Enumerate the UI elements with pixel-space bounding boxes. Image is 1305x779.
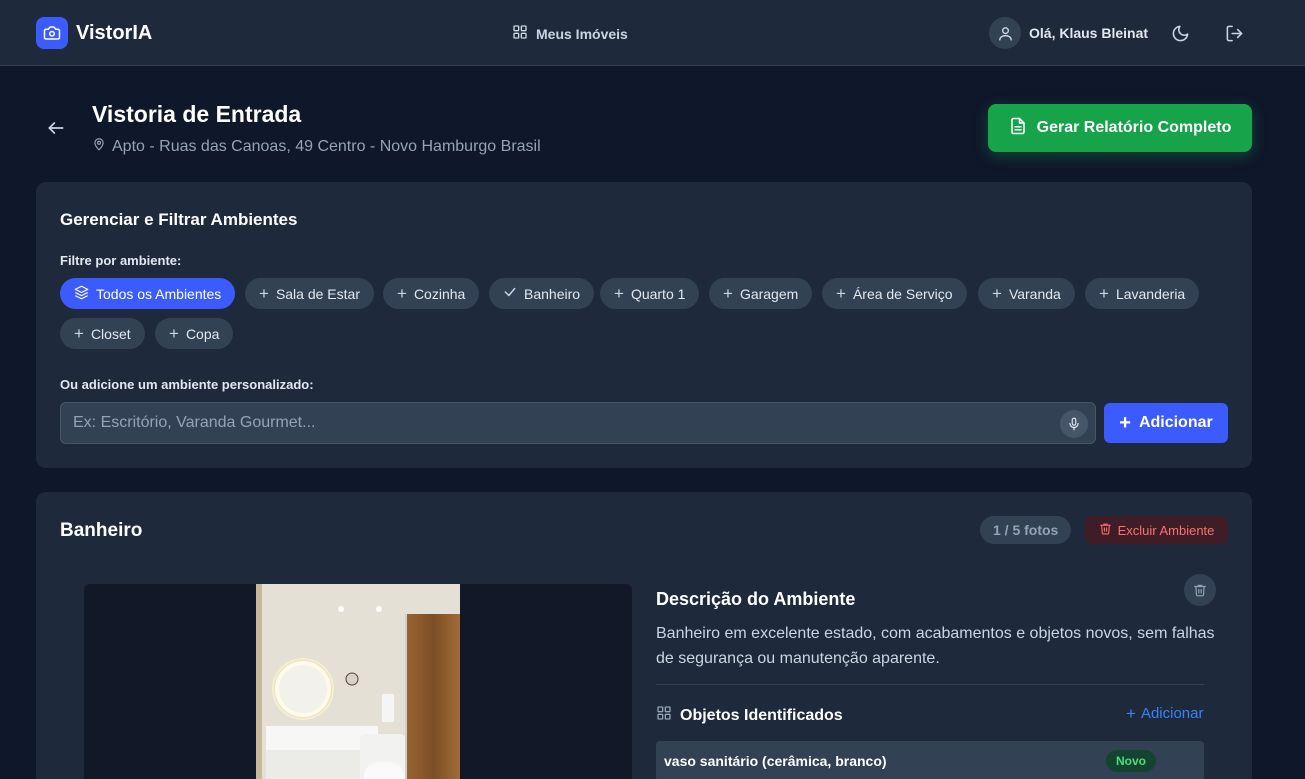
plus-icon: + [992, 284, 1002, 303]
plus-icon: + [259, 284, 269, 303]
filter-card: Gerenciar e Filtrar Ambientes Filtre por… [36, 182, 1252, 468]
chip-label: Lavanderia [1115, 285, 1186, 302]
chip-lavanderia[interactable]: + Lavanderia [1085, 278, 1200, 309]
object-name: vaso sanitário (cerâmica, branco) [664, 753, 887, 769]
trash-icon [1099, 522, 1112, 538]
chip-label: Cozinha [413, 285, 466, 302]
chip-label: Quarto 1 [630, 285, 686, 302]
layers-icon [74, 285, 89, 303]
plus-icon: + [397, 284, 407, 303]
filter-label: Filtre por ambiente: [60, 253, 182, 268]
camera-icon [36, 17, 68, 49]
delete-room-button[interactable]: Excluir Ambiente [1085, 516, 1228, 544]
property-address: Apto - Ruas das Canoas, 49 Centro - Novo… [92, 137, 541, 156]
grid-icon [656, 705, 672, 726]
chip-label: Todos os Ambientes [96, 285, 222, 302]
chip-garagem[interactable]: + Garagem [709, 278, 813, 309]
page-title: Vistoria de Entrada [92, 101, 302, 127]
chip-label: Banheiro [524, 285, 581, 302]
chip-label: Garagem [739, 285, 799, 302]
chip-banheiro[interactable]: Banheiro [489, 278, 595, 309]
plus-icon: + [74, 324, 84, 343]
brand[interactable]: VistorIA [36, 17, 152, 49]
back-arrow-icon[interactable] [44, 116, 68, 140]
chip-copa[interactable]: + Copa [155, 318, 234, 349]
chip-closet[interactable]: + Closet [60, 318, 145, 349]
map-pin-icon [92, 137, 106, 156]
plus-icon: + [723, 284, 733, 303]
user-greeting: Olá, Klaus Bleinat [1029, 25, 1149, 41]
objects-heading-label: Objetos Identificados [680, 706, 843, 724]
custom-room-label: Ou adicione um ambiente personalizado: [60, 377, 314, 392]
user-icon [989, 17, 1021, 49]
generate-report-button[interactable]: Gerar Relatório Completo [988, 104, 1252, 152]
delete-room-label: Excluir Ambiente [1117, 522, 1215, 538]
custom-room-input[interactable] [60, 402, 1096, 444]
add-room-button[interactable]: + Adicionar [1104, 403, 1228, 443]
user-menu[interactable]: Olá, Klaus Bleinat [989, 17, 1148, 49]
chip-area-de-servico[interactable]: + Área de Serviço [822, 278, 967, 309]
delete-photo-trash-icon[interactable] [1184, 574, 1216, 606]
filter-card-title: Gerenciar e Filtrar Ambientes [60, 210, 298, 229]
nav-label: Meus Imóveis [536, 25, 628, 42]
bathroom-photo[interactable] [256, 584, 460, 779]
photo-count-badge: 1 / 5 fotos [980, 516, 1072, 544]
chip-todos-os-ambientes[interactable]: Todos os Ambientes [60, 278, 236, 309]
add-room-label: Adicionar [1138, 414, 1213, 431]
divider [656, 684, 1204, 685]
plus-icon: + [169, 324, 179, 343]
top-bar: VistorIA Meus Imóveis Olá, Klaus Bleinat [0, 0, 1305, 66]
description-heading: Descrição do Ambiente [656, 589, 856, 609]
add-object-label: Adicionar [1140, 705, 1204, 722]
photo-viewer [84, 584, 632, 779]
logout-icon[interactable] [1220, 19, 1248, 47]
plus-icon: + [836, 284, 846, 303]
object-row[interactable]: vaso sanitário (cerâmica, branco) Novo [656, 741, 1204, 779]
address-text: Apto - Ruas das Canoas, 49 Centro - Novo… [112, 137, 541, 155]
theme-toggle-moon-icon[interactable] [1166, 19, 1194, 47]
room-title: Banheiro [60, 520, 143, 541]
chip-label: Varanda [1008, 285, 1061, 302]
plus-icon: + [1099, 284, 1109, 303]
chip-label: Sala de Estar [275, 285, 360, 302]
chip-sala-de-estar[interactable]: + Sala de Estar [245, 278, 374, 309]
plus-icon: + [1126, 704, 1136, 723]
objects-heading: Objetos Identificados [656, 705, 843, 726]
brand-name: VistorIA [76, 21, 153, 44]
chip-label: Closet [90, 325, 131, 342]
chip-quarto-1[interactable]: + Quarto 1 [600, 278, 700, 309]
chip-varanda[interactable]: + Varanda [978, 278, 1075, 309]
grid-icon [512, 24, 528, 43]
object-status-badge: Novo [1106, 750, 1156, 772]
chip-cozinha[interactable]: + Cozinha [383, 278, 480, 309]
plus-icon: + [614, 284, 624, 303]
generate-report-label: Gerar Relatório Completo [1036, 119, 1232, 136]
nav-meus-imoveis[interactable]: Meus Imóveis [512, 24, 628, 43]
room-card: Banheiro 1 / 5 fotos Excluir Ambiente De… [36, 492, 1252, 779]
check-icon [503, 285, 517, 302]
add-object-button[interactable]: + Adicionar [1126, 705, 1203, 722]
document-icon [1009, 117, 1027, 140]
description-text: Banheiro em excelente estado, com acabam… [656, 625, 1215, 667]
plus-icon: + [1119, 412, 1131, 434]
microphone-icon[interactable] [1060, 410, 1088, 438]
chip-label: Copa [185, 325, 220, 342]
chip-label: Área de Serviço [852, 285, 953, 302]
